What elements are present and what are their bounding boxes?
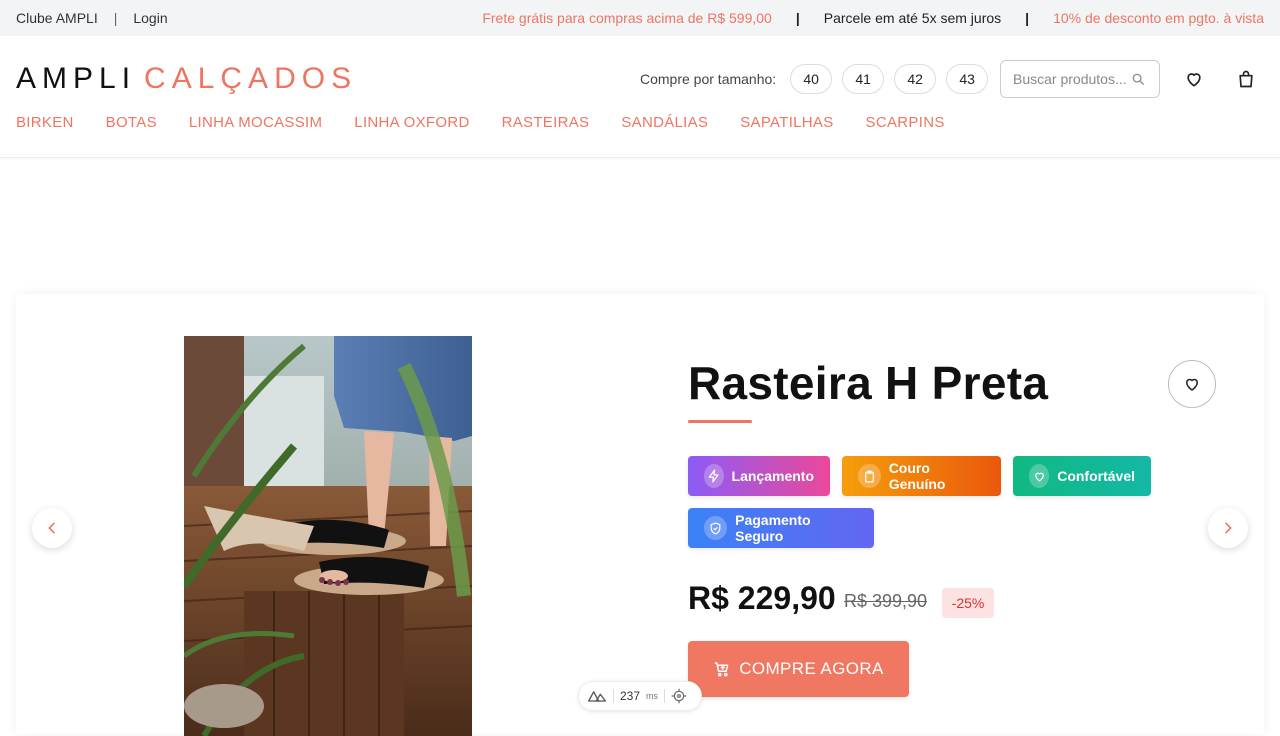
chevron-right-icon [1220, 520, 1236, 536]
cash-discount-promo: 10% de desconto em pgto. à vista [1053, 10, 1264, 26]
logo-wordmark-primary: AMPLI [16, 62, 137, 95]
badge-label: Lançamento [731, 468, 814, 484]
heart-icon [1029, 464, 1050, 488]
nav-item-sandalias[interactable]: SANDÁLIAS [621, 114, 708, 131]
original-price: R$ 399,90 [844, 591, 928, 611]
nav-item-linha-oxford[interactable]: LINHA OXFORD [354, 114, 469, 131]
title-underline [688, 420, 752, 423]
devtools-perf-indicator[interactable]: 237 ms [578, 681, 702, 711]
carousel-next-button[interactable] [1208, 508, 1248, 548]
perf-divider [664, 689, 666, 703]
size-button-41[interactable]: 41 [842, 64, 885, 94]
free-shipping-promo: Frete grátis para compras acima de R$ 59… [482, 10, 772, 26]
cart-icon [713, 660, 731, 678]
nuxt-logo-icon [587, 689, 607, 703]
wishlist-heart-icon[interactable] [1183, 68, 1205, 90]
chevron-left-icon [44, 520, 60, 536]
product-image[interactable] [184, 336, 472, 736]
shield-check-icon [704, 516, 728, 540]
topbar-left-links: Clube AMPLI | Login [16, 10, 168, 26]
perf-unit: ms [646, 691, 659, 701]
badge-label: Pagamento Seguro [735, 512, 811, 544]
search-box[interactable] [1000, 60, 1160, 98]
add-to-wishlist-button[interactable] [1168, 360, 1216, 408]
size-button-43[interactable]: 43 [946, 64, 989, 94]
badge-pagamento-seguro: Pagamento Seguro [688, 508, 874, 548]
site-logo[interactable]: AMPLI CALÇADOS [16, 62, 357, 96]
badge-label: Couro Genuíno [888, 460, 946, 492]
site-header: AMPLI CALÇADOS Compre por tamanho: 40 41 … [0, 36, 1280, 158]
size-filter-label: Compre por tamanho: [640, 71, 777, 87]
promo-separator: | [795, 10, 800, 26]
discount-badge: -25% [942, 588, 994, 618]
product-photo-illustration [184, 336, 472, 736]
club-link[interactable]: Clube AMPLI [16, 10, 98, 26]
size-button-40[interactable]: 40 [790, 64, 833, 94]
category-nav: BIRKEN BOTAS LINHA MOCASSIM LINHA OXFORD… [16, 114, 945, 131]
shop-by-size: Compre por tamanho: 40 41 42 43 [640, 64, 989, 94]
buy-now-label: COMPRE AGORA [739, 659, 884, 678]
product-title: Rasteira H Preta [688, 357, 1049, 409]
nav-item-botas[interactable]: BOTAS [106, 114, 157, 131]
crosshair-icon[interactable] [671, 688, 687, 704]
nav-item-linha-mocassim[interactable]: LINHA MOCASSIM [189, 114, 322, 131]
nav-item-scarpins[interactable]: SCARPINS [866, 114, 945, 131]
topbar-promos: Frete grátis para compras acima de R$ 59… [482, 10, 1264, 26]
nav-item-rasteiras[interactable]: RASTEIRAS [502, 114, 590, 131]
size-button-42[interactable]: 42 [894, 64, 937, 94]
current-price: R$ 229,90 [688, 580, 836, 616]
perf-value: 237 [620, 689, 641, 703]
top-announcement-bar: Clube AMPLI | Login Frete grátis para co… [0, 0, 1280, 36]
badge-couro-genuino: Couro Genuíno [842, 456, 1001, 496]
badge-label: Confortável [1057, 468, 1135, 484]
badge-confortavel: Confortável [1013, 456, 1151, 496]
nav-item-birken[interactable]: BIRKEN [16, 114, 74, 131]
badge-lancamento: Lançamento [688, 456, 830, 496]
clipboard-icon [858, 464, 881, 488]
promo-separator: | [1025, 10, 1030, 26]
buy-now-button[interactable]: COMPRE AGORA [688, 641, 909, 697]
shopping-bag-icon[interactable] [1235, 68, 1257, 90]
topbar-separator: | [113, 10, 118, 26]
search-icon[interactable] [1131, 72, 1145, 86]
product-carousel-card: Rasteira H Preta Lançamento Couro Genuín… [16, 294, 1264, 736]
installments-info: Parcele em até 5x sem juros [823, 10, 1002, 26]
heart-icon [1183, 375, 1201, 393]
search-input[interactable] [1013, 71, 1131, 87]
carousel-prev-button[interactable] [32, 508, 72, 548]
nav-item-sapatilhas[interactable]: SAPATILHAS [740, 114, 833, 131]
perf-divider [613, 689, 614, 703]
logo-wordmark-secondary: CALÇADOS [144, 62, 358, 95]
login-link[interactable]: Login [133, 10, 167, 26]
lightning-icon [704, 464, 724, 488]
